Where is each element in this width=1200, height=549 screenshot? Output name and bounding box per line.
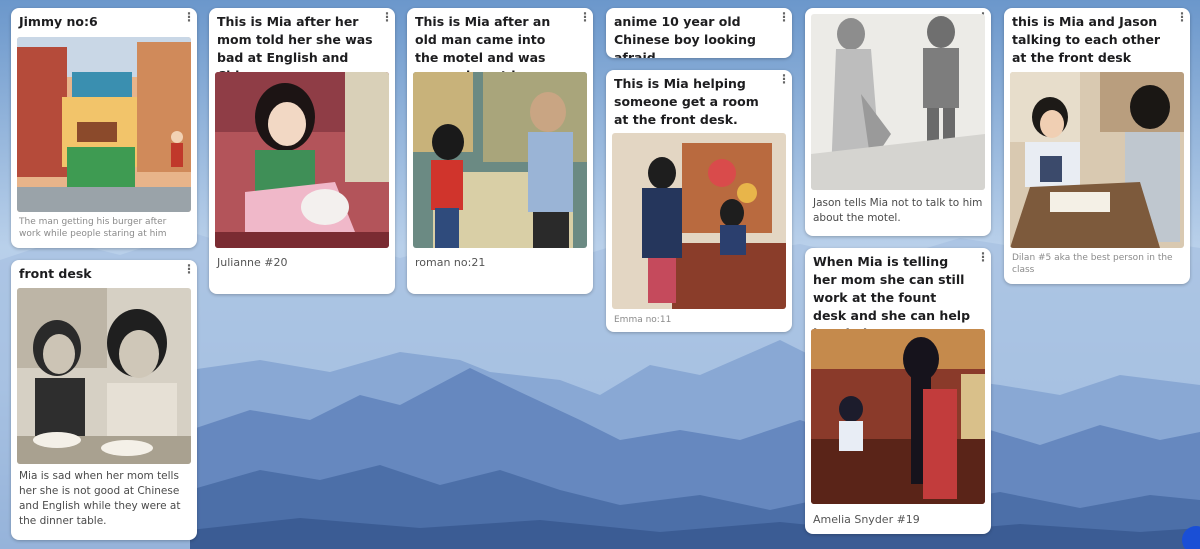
post-image[interactable] — [17, 37, 191, 212]
more-options-icon[interactable]: ⋮ — [778, 11, 790, 24]
post-title: front desk — [19, 266, 92, 281]
post-image[interactable] — [413, 72, 587, 248]
post-caption: Julianne #20 — [217, 256, 288, 269]
more-options-icon[interactable]: ⋮ — [183, 11, 195, 24]
more-options-icon[interactable]: ⋮ — [381, 11, 393, 24]
post-image[interactable] — [811, 14, 985, 190]
post-image[interactable] — [215, 72, 389, 248]
post-caption: Dilan #5 aka the best person in the clas… — [1012, 253, 1173, 275]
post-card[interactable]: This is Mia helping someone get a room a… — [606, 70, 792, 332]
post-card[interactable]: ⋮ Jason tells Mia not to talk to him abo… — [805, 8, 991, 236]
post-card[interactable]: This is Mia after an old man came into t… — [407, 8, 593, 294]
post-caption: Emma no:11 — [614, 315, 672, 325]
post-image[interactable] — [612, 133, 786, 309]
post-card[interactable]: this is Mia and Jason talking to each ot… — [1004, 8, 1190, 284]
post-image[interactable] — [17, 288, 191, 464]
more-options-icon[interactable]: ⋮ — [1176, 11, 1188, 24]
more-options-icon[interactable]: ⋮ — [977, 251, 989, 264]
post-title: this is Mia and Jason talking to each ot… — [1012, 14, 1161, 65]
post-card[interactable]: anime 10 year old Chinese boy looking af… — [606, 8, 792, 58]
post-caption: Jason tells Mia not to talk to him about… — [813, 197, 983, 224]
post-caption: The man getting his burger after work wh… — [19, 217, 167, 239]
more-options-icon[interactable]: ⋮ — [183, 263, 195, 276]
post-title: anime 10 year old Chinese boy looking af… — [614, 14, 756, 58]
post-image[interactable] — [811, 329, 985, 504]
post-title: Jimmy no:6 — [19, 14, 98, 29]
more-options-icon[interactable]: ⋮ — [778, 73, 790, 86]
post-caption: Mia is sad when her mom tells her she is… — [19, 470, 181, 527]
post-image[interactable] — [1010, 72, 1184, 248]
post-card[interactable]: front desk ⋮ Mia is sad when her mom tel… — [11, 260, 197, 540]
more-options-icon[interactable]: ⋮ — [579, 11, 591, 24]
post-caption: roman no:21 — [415, 256, 486, 269]
post-caption: Amelia Snyder #19 — [813, 513, 920, 526]
post-card[interactable]: Jimmy no:6 ⋮ The man getting his burger … — [11, 8, 197, 248]
post-title: This is Mia helping someone get a room a… — [614, 76, 759, 127]
post-card[interactable]: When Mia is telling her mom she can stil… — [805, 248, 991, 534]
post-card[interactable]: This is Mia after her mom told her she w… — [209, 8, 395, 294]
